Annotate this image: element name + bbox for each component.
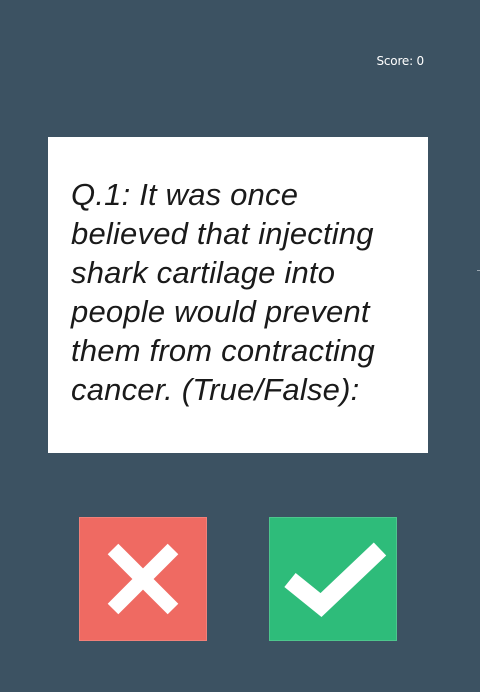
true-button[interactable] <box>269 517 397 641</box>
question-text: Q.1: It was once believed that injecting… <box>71 177 375 407</box>
check-icon <box>284 542 387 617</box>
close-icon <box>107 543 179 615</box>
false-button[interactable] <box>79 517 207 641</box>
question-card: Q.1: It was once believed that injecting… <box>48 137 428 453</box>
score-label: Score: 0 <box>376 54 424 68</box>
quiz-app: Score: 0 Q.1: It was once believed that … <box>0 0 480 692</box>
